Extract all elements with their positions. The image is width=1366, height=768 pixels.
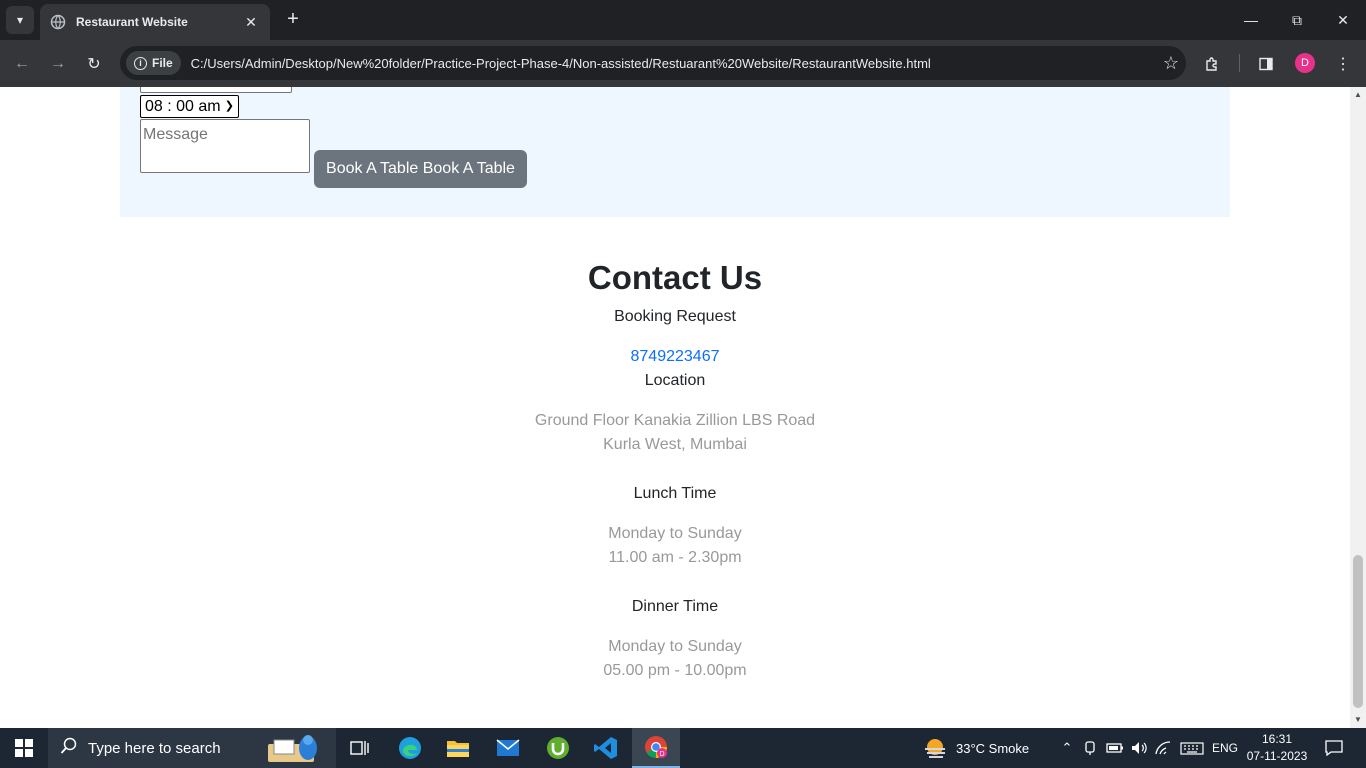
task-view-icon [350,741,369,755]
url-text[interactable]: C:/Users/Admin/Desktop/New%20folder/Prac… [191,56,1156,71]
tab-close-icon[interactable]: ✕ [242,14,260,31]
chevron-up-icon: ⌃ [1061,740,1073,755]
search-highlight-icon [268,735,317,762]
lunch-hours: 11.00 am - 2.30pm [608,549,742,566]
book-table-button[interactable]: Book A Table Book A Table [314,150,527,188]
booking-request-label: Booking Request [614,308,736,325]
scroll-up-icon[interactable]: ▲ [1350,87,1366,103]
folder-icon [447,741,469,757]
search-placeholder: Type here to search [88,739,221,757]
clock-time: 16:31 [1261,732,1293,746]
mail-icon [496,739,520,756]
file-explorer-app[interactable] [434,728,482,768]
mail-app[interactable] [484,728,532,768]
browser-toolbar: ← → ↻ i File C:/Users/Admin/Desktop/New%… [0,40,1366,87]
address-line-1: Ground Floor Kanakia Zillion LBS Road [534,412,816,429]
weather-widget[interactable]: 33°C Smoke [922,728,1029,768]
language-indicator[interactable]: ENG [1212,728,1238,768]
windows-logo-icon [15,739,33,757]
chevron-down-icon: ▾ [16,13,24,27]
kebab-menu-icon[interactable]: ⋮ [1331,52,1355,76]
close-window-button[interactable]: ✕ [1320,0,1366,40]
edge-app[interactable] [386,728,434,768]
utorrent-icon [547,737,569,759]
edge-icon [399,737,421,759]
taskbar-search-box[interactable]: Type here to search [48,728,336,768]
svg-text:D: D [659,751,664,758]
reload-icon: ↻ [87,56,101,73]
page-viewport: 08 : 00 am ❯ Message Book A Table Book A… [0,87,1350,728]
restore-button[interactable]: ⧉ [1274,0,1320,40]
dinner-time-label: Dinner Time [631,598,719,615]
reload-button[interactable]: ↻ [81,51,107,77]
toolbar-divider [1239,54,1240,72]
arrow-left-icon: ← [14,55,30,72]
wifi-icon[interactable] [1154,740,1172,756]
windows-start-button[interactable] [0,728,48,768]
battery-icon[interactable] [1106,740,1124,756]
taskbar: Type here to search D 33°C Smoke ⌃ ENG 1… [0,728,1366,768]
search-icon [60,737,78,759]
file-label: File [152,56,173,70]
dinner-days: Monday to Sunday [608,638,742,655]
forward-button[interactable]: → [45,51,71,77]
vscode-app[interactable] [582,728,630,768]
profile-avatar[interactable]: D [1295,53,1315,73]
system-tray-icons [1082,728,1204,768]
notifications-button[interactable] [1322,728,1346,768]
site-info-chip[interactable]: i File [126,51,181,75]
scrollbar-thumb[interactable] [1353,555,1363,708]
page-scrollbar[interactable]: ▲ ▼ [1350,87,1366,728]
extensions-icon[interactable] [1200,52,1224,76]
dinner-hours: 05.00 pm - 10.00pm [603,662,747,679]
clock-date: 07-11-2023 [1246,749,1308,763]
side-panel-icon[interactable] [1254,52,1278,76]
back-button[interactable]: ← [9,51,35,77]
meet-now-icon[interactable] [1082,740,1100,756]
vscode-icon [594,737,617,759]
new-tab-button[interactable]: + [281,8,305,32]
contact-heading: Contact Us [587,259,763,296]
tab-search-button[interactable]: ▾ [6,6,34,34]
volume-icon[interactable] [1130,740,1148,756]
message-textarea[interactable]: Message [140,119,310,173]
minimize-button[interactable]: — [1228,0,1274,40]
lunch-days: Monday to Sunday [608,525,742,542]
globe-icon [50,14,66,30]
date-input[interactable] [140,87,292,93]
chevron-down-icon: ❯ [224,100,234,112]
chrome-icon: D [645,736,667,758]
address-bar[interactable]: i File C:/Users/Admin/Desktop/New%20fold… [120,46,1186,80]
keyboard-icon[interactable] [1180,740,1204,756]
tab-title: Restaurant Website [76,15,188,29]
time-select[interactable]: 08 : 00 am ❯ [140,95,239,118]
weather-text: 33°C Smoke [956,740,1030,756]
show-hidden-icons-button[interactable]: ⌃ [1058,728,1076,768]
lunch-time-label: Lunch Time [633,485,717,502]
weather-icon [925,739,945,758]
tab-strip: ▾ Restaurant Website ✕ + — ⧉ ✕ [0,0,1366,40]
task-view-button[interactable] [336,728,384,768]
taskbar-clock[interactable]: 16:31 07-11-2023 [1244,731,1310,765]
arrow-right-icon: → [50,55,66,72]
address-line-2: Kurla West, Mumbai [603,436,747,453]
booking-form-section: 08 : 00 am ❯ Message Book A Table Book A… [120,87,1230,217]
phone-link[interactable]: 8749223467 [0,348,1350,366]
time-select-value: 08 : 00 am [145,98,221,115]
bookmark-star-icon[interactable]: ☆ [1156,53,1186,74]
notification-icon [1325,740,1343,756]
location-label: Location [644,372,706,389]
info-icon: i [134,56,147,70]
utorrent-app[interactable] [534,728,582,768]
scroll-down-icon[interactable]: ▼ [1350,712,1366,728]
tab-restaurant-website[interactable]: Restaurant Website ✕ [40,4,270,40]
chrome-app[interactable]: D [632,728,680,768]
